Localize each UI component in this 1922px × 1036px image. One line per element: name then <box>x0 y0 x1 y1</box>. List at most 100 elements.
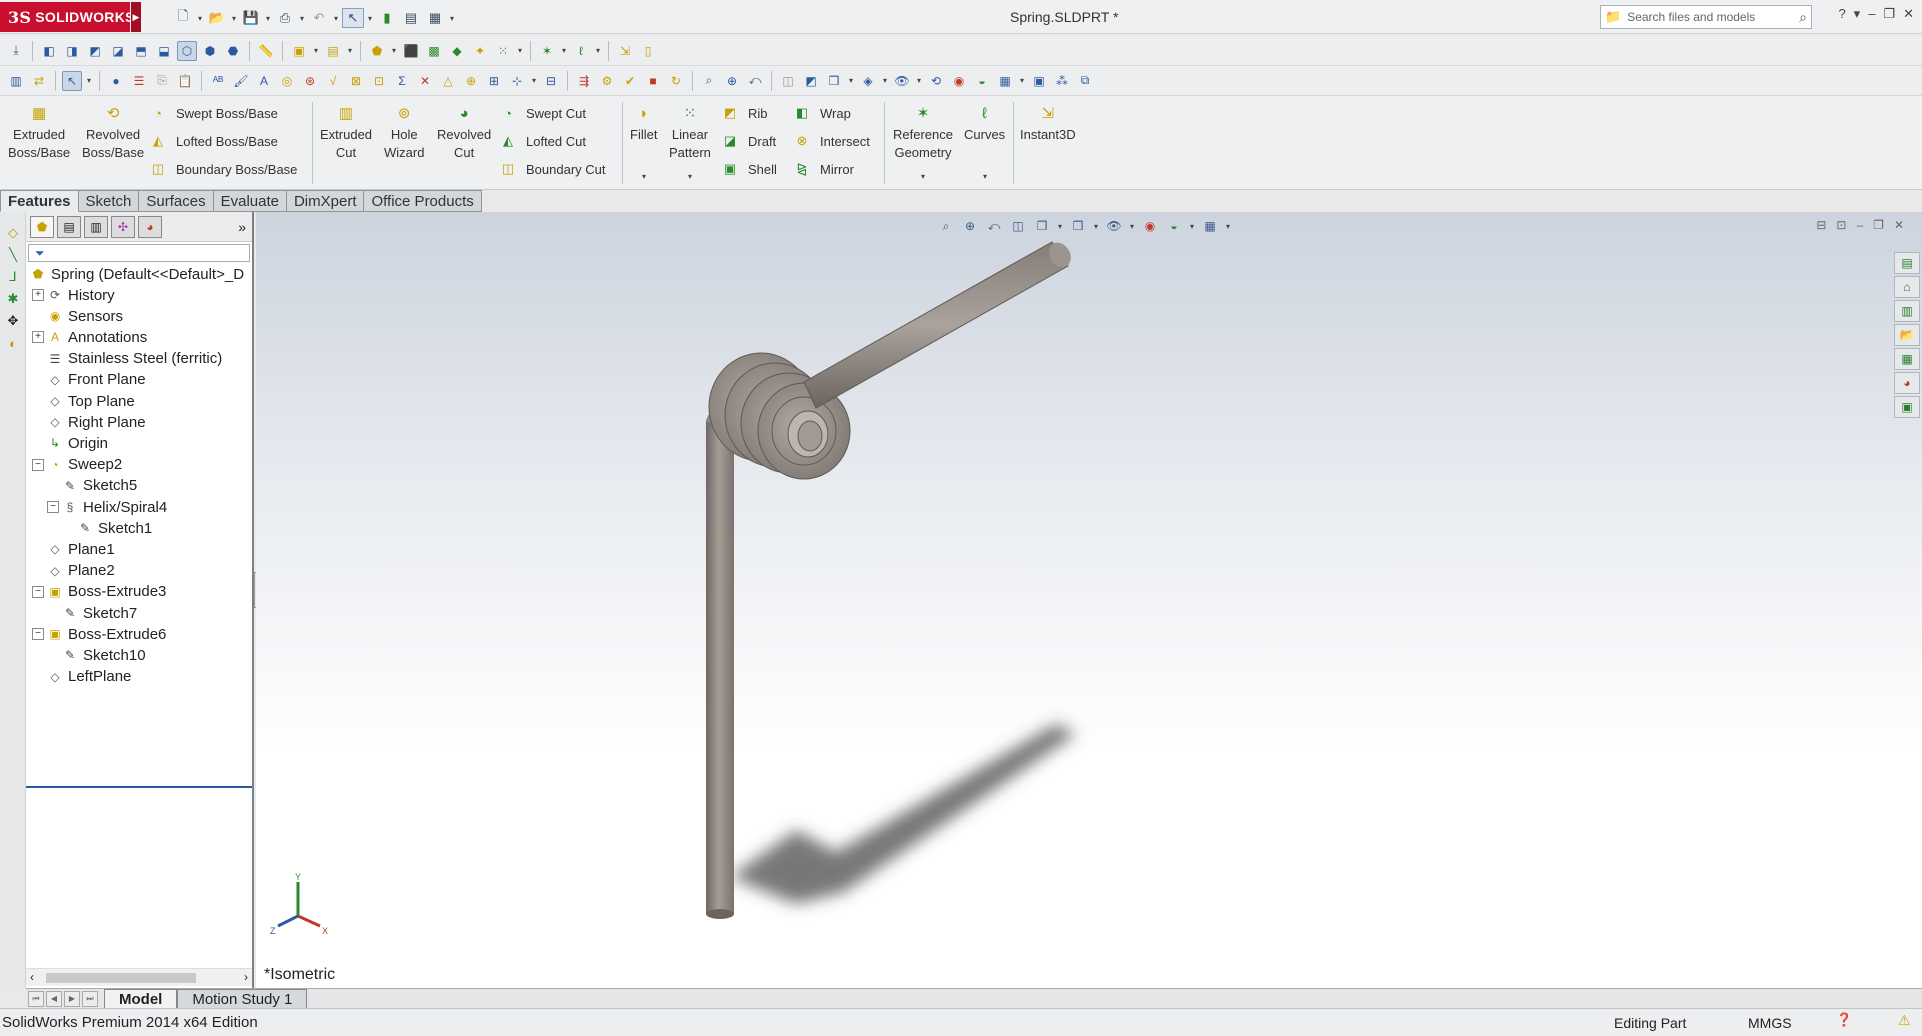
table-icon[interactable]: ⊟ <box>541 71 561 91</box>
curves-button[interactable]: ℓ Curves <box>964 104 1005 144</box>
move-icon[interactable]: ✥ <box>0 310 26 332</box>
tab-office-products[interactable]: Office Products <box>364 190 482 212</box>
cut-icon[interactable]: ⬛ <box>401 41 421 61</box>
configurations-icon[interactable]: ⇄ <box>29 71 49 91</box>
save-icon[interactable]: 💾 <box>240 8 262 28</box>
isometric-view-icon[interactable]: ⬡ <box>177 40 197 61</box>
block-icon[interactable]: ⊞ <box>484 71 504 91</box>
physical-dynamics-icon[interactable]: ⇶ <box>574 71 594 91</box>
save-dropdown-icon[interactable]: ▾ <box>264 14 272 23</box>
dropdown-icon[interactable]: ▾ <box>516 46 524 55</box>
copy-icon[interactable]: ⎘ <box>152 71 172 91</box>
extruded-cut-button[interactable]: ▥ Extruded Cut <box>320 104 372 162</box>
spring-model[interactable] <box>256 212 1922 988</box>
dropdown-icon[interactable]: ▾ <box>847 76 855 85</box>
undo-icon[interactable]: ↶ <box>308 8 330 28</box>
list-icon[interactable]: ☰ <box>129 71 149 91</box>
search-box[interactable]: 📁 Search files and models ⌕ <box>1600 5 1812 29</box>
expand-toggle-icon[interactable]: − <box>32 458 44 471</box>
swept-cut-button[interactable]: ◔ Swept Cut <box>498 104 586 122</box>
tab-evaluate[interactable]: Evaluate <box>213 190 287 212</box>
left-view-icon[interactable]: ◩ <box>85 41 105 61</box>
boundary-boss-button[interactable]: ◫ Boundary Boss/Base <box>148 160 298 178</box>
graphics-area[interactable]: ⌕ ⊕ ⤺ ◫ ❐ ▾ ❒ ▾ 👁 ▾ ◉ ◒ ▾ ▦ ▾ ⊟ ⊡ – ❐ ✕ ▤ ⌂ ▥… <box>256 212 1922 988</box>
new-document-icon[interactable]: 🗋 <box>172 8 194 28</box>
tree-item[interactable]: ◇ LeftPlane <box>32 665 131 689</box>
dimetric-view-icon[interactable]: ⬣ <box>223 41 243 61</box>
dropdown-icon[interactable]: ▾ <box>594 46 602 55</box>
rotate-view-icon[interactable]: ⟲ <box>926 71 946 91</box>
expand-toggle-icon[interactable]: + <box>32 289 44 301</box>
view-settings-icon[interactable]: ▦ <box>995 71 1015 91</box>
spell-check-icon[interactable]: ᴬᴮ <box>208 71 228 91</box>
quick-tips-icon[interactable]: ❓ <box>1836 1012 1852 1028</box>
balloon-icon[interactable]: ◎ <box>277 71 297 91</box>
sum-icon[interactable]: Σ <box>392 71 412 91</box>
bottom-view-icon[interactable]: ⬓ <box>154 41 174 61</box>
print-dropdown-icon[interactable]: ▾ <box>298 14 306 23</box>
wizard-small-icon[interactable]: ✦ <box>470 41 490 61</box>
shell-button[interactable]: ▣ Shell <box>720 160 777 178</box>
center-mark-icon[interactable]: ⊹ <box>507 71 527 91</box>
check-icon[interactable]: ✔ <box>620 71 640 91</box>
tab-motion-study[interactable]: Motion Study 1 <box>177 988 308 1009</box>
normal-to-icon[interactable]: ⤓ <box>6 41 26 61</box>
intersect-button[interactable]: ⊗ Intersect <box>792 132 870 150</box>
options-icon[interactable]: ▦ <box>424 8 446 28</box>
shell-small-icon[interactable]: ▩ <box>424 41 444 61</box>
edit-appearance-icon[interactable]: ◉ <box>949 71 969 91</box>
tree-horizontal-scrollbar[interactable]: ‹ › <box>26 968 252 986</box>
tab-model[interactable]: Model <box>104 988 178 1009</box>
lofted-boss-button[interactable]: ◭ Lofted Boss/Base <box>148 132 278 150</box>
appearance-icon[interactable]: ● <box>106 71 126 91</box>
dropdown-icon[interactable]: ▾ <box>1018 76 1026 85</box>
zoom-to-fit-icon[interactable]: ⌕ <box>699 71 719 91</box>
first-tab-icon[interactable]: ⏮ <box>28 990 44 1007</box>
tab-sketch[interactable]: Sketch <box>78 190 140 212</box>
auto-balloon-icon[interactable]: ⊛ <box>300 71 320 91</box>
instant3d-button[interactable]: ⇲ Instant3D <box>1020 104 1076 144</box>
zoom-to-area-icon[interactable]: ⊕ <box>722 71 742 91</box>
back-view-icon[interactable]: ◨ <box>62 41 82 61</box>
trimetric-view-icon[interactable]: ⬢ <box>200 41 220 61</box>
dropdown-icon[interactable]: ▾ <box>312 46 320 55</box>
curve-small-icon[interactable]: ℓ <box>571 41 591 61</box>
open-dropdown-icon[interactable]: ▾ <box>230 14 238 23</box>
scene-icon[interactable]: ◒ <box>972 71 992 91</box>
draft-button[interactable]: ◪ Draft <box>720 132 776 150</box>
hole-wizard-button[interactable]: ⊚ Hole Wizard <box>384 104 424 162</box>
restore-icon[interactable]: ❐ <box>1883 6 1895 22</box>
stop-icon[interactable]: ■ <box>643 71 663 91</box>
rebuild-icon[interactable]: ▮ <box>376 8 398 28</box>
scroll-left-icon[interactable]: ‹ <box>30 970 34 984</box>
rib-small-icon[interactable]: ◆ <box>447 41 467 61</box>
select-dropdown-icon[interactable]: ▾ <box>366 14 374 23</box>
rebuild-status-icon[interactable]: ⚠ <box>1898 1012 1911 1029</box>
datum-icon[interactable]: ✕ <box>415 71 435 91</box>
open-folder-icon[interactable]: 📂 <box>206 8 228 28</box>
close-icon[interactable]: ✕ <box>1903 6 1914 22</box>
linear-pattern-button[interactable]: ⁙ Linear Pattern <box>669 104 711 162</box>
surface-finish-icon[interactable]: √ <box>323 71 343 91</box>
dropdown-icon[interactable]: ▾ <box>346 46 354 55</box>
mirror-button[interactable]: ⧎ Mirror <box>792 160 854 178</box>
expand-toggle-icon[interactable]: − <box>32 585 44 598</box>
measure-icon[interactable]: 📏 <box>256 41 276 61</box>
file-properties-icon[interactable]: ▤ <box>400 8 422 28</box>
instant3d-small-icon[interactable]: ⇲ <box>615 41 635 61</box>
perspective-icon[interactable]: ⧉ <box>1075 71 1095 91</box>
print-icon[interactable]: ⎙ <box>274 8 296 28</box>
axis-icon[interactable]: ⅃ <box>0 266 26 288</box>
layer-icon[interactable]: ▥ <box>6 71 26 91</box>
weld-icon[interactable]: ⊠ <box>346 71 366 91</box>
reference-dropdown-icon[interactable]: ▾ <box>921 172 925 181</box>
simulation-icon[interactable]: ⚙ <box>597 71 617 91</box>
revolved-boss-button[interactable]: ⟲ Revolved Boss/Base <box>82 104 144 162</box>
smart-dimension-icon[interactable]: ◇ <box>0 222 26 244</box>
format-painter-icon[interactable]: 🖌 <box>231 71 251 91</box>
insert-component-icon[interactable]: ▣ <box>289 41 309 61</box>
datum-target-icon[interactable]: △ <box>438 71 458 91</box>
help-dropdown-icon[interactable]: ▾ <box>1854 6 1861 22</box>
pattern-dropdown-icon[interactable]: ▾ <box>688 172 692 181</box>
tab-surfaces[interactable]: Surfaces <box>139 190 214 212</box>
